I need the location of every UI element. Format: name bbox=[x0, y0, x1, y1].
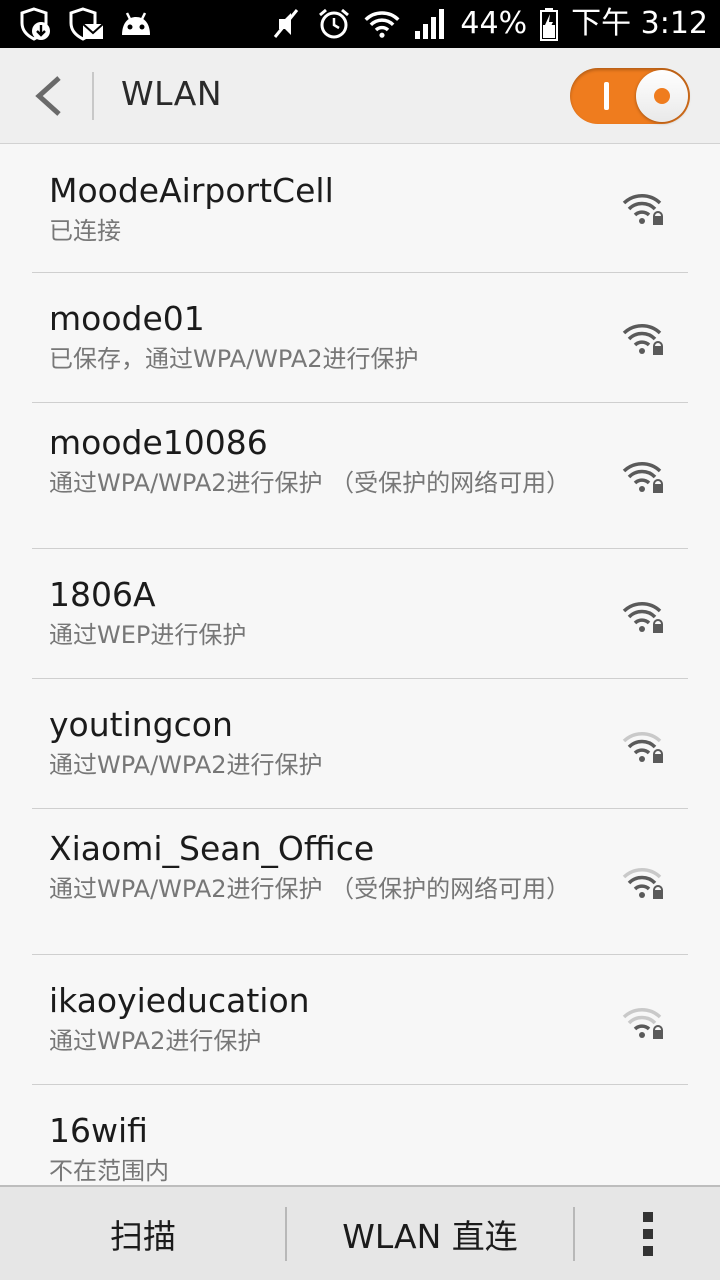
wifi-lock-icon bbox=[622, 1008, 663, 1039]
list-item[interactable]: youtingcon 通过WPA/WPA2进行保护 bbox=[32, 679, 688, 809]
list-item[interactable]: 16wifi 不在范围内 bbox=[32, 1085, 688, 1185]
network-ssid: moode01 bbox=[49, 299, 205, 338]
wlan-toggle[interactable] bbox=[570, 68, 690, 124]
network-ssid: ikaoyieducation bbox=[49, 981, 310, 1020]
wifi-lock-icon bbox=[622, 324, 663, 355]
shield-mail-icon bbox=[68, 6, 104, 42]
list-item[interactable]: 1806A 通过WEP进行保护 bbox=[32, 549, 688, 679]
network-ssid: Xiaomi_Sean_Office bbox=[49, 829, 375, 868]
network-status: 通过WPA/WPA2进行保护 （受保护的网络可用） bbox=[49, 469, 571, 497]
wifi-lock-icon bbox=[622, 194, 663, 225]
wifi-lock-icon bbox=[622, 462, 663, 493]
wifi-icon bbox=[364, 6, 400, 42]
network-status: 通过WEP进行保护 bbox=[49, 621, 247, 649]
mute-icon bbox=[268, 6, 304, 42]
network-status: 通过WPA2进行保护 bbox=[49, 1027, 262, 1055]
network-list[interactable]: MoodeAirportCell 已连接 moode01 已保存，通过WPA/W… bbox=[0, 145, 720, 1185]
network-status: 已连接 bbox=[49, 217, 121, 245]
signal-icon bbox=[412, 6, 448, 42]
network-ssid: moode10086 bbox=[49, 423, 268, 462]
network-ssid: 16wifi bbox=[49, 1111, 148, 1150]
network-status: 通过WPA/WPA2进行保护 bbox=[49, 751, 323, 779]
page-title: WLAN bbox=[121, 74, 223, 113]
list-item[interactable]: moode01 已保存，通过WPA/WPA2进行保护 bbox=[32, 273, 688, 403]
list-item[interactable]: ikaoyieducation 通过WPA2进行保护 bbox=[32, 955, 688, 1085]
clock: 下午 3:12 bbox=[571, 6, 708, 41]
android-icon bbox=[118, 6, 154, 42]
status-bar: 44% 下午 3:12 bbox=[0, 0, 720, 48]
network-ssid: 1806A bbox=[49, 575, 156, 614]
wlan-direct-button[interactable]: WLAN 直连 bbox=[287, 1187, 573, 1280]
header: WLAN bbox=[0, 48, 720, 144]
toggle-knob bbox=[636, 70, 688, 122]
network-ssid: youtingcon bbox=[49, 705, 233, 744]
network-status: 不在范围内 bbox=[49, 1157, 169, 1185]
wifi-lock-icon bbox=[622, 602, 663, 633]
more-vertical-icon bbox=[642, 1211, 653, 1256]
chevron-left-icon bbox=[35, 76, 61, 116]
list-item[interactable]: MoodeAirportCell 已连接 bbox=[32, 145, 688, 273]
wifi-lock-icon bbox=[622, 732, 663, 763]
battery-percent: 44% bbox=[460, 6, 528, 41]
network-status: 通过WPA/WPA2进行保护 （受保护的网络可用） bbox=[49, 875, 571, 903]
bottom-action-bar: 扫描 WLAN 直连 bbox=[0, 1185, 720, 1280]
back-button[interactable] bbox=[24, 68, 72, 124]
more-options-button[interactable] bbox=[575, 1187, 720, 1280]
toggle-dot bbox=[654, 88, 670, 104]
battery-charging-icon bbox=[539, 6, 559, 42]
list-item[interactable]: moode10086 通过WPA/WPA2进行保护 （受保护的网络可用） bbox=[32, 403, 688, 549]
network-ssid: MoodeAirportCell bbox=[49, 171, 334, 210]
network-status: 已保存，通过WPA/WPA2进行保护 bbox=[49, 345, 419, 373]
alarm-icon bbox=[316, 6, 352, 42]
header-divider bbox=[92, 72, 94, 120]
scan-button[interactable]: 扫描 bbox=[0, 1187, 286, 1280]
list-item[interactable]: Xiaomi_Sean_Office 通过WPA/WPA2进行保护 （受保护的网… bbox=[32, 809, 688, 955]
shield-download-icon bbox=[18, 6, 54, 42]
wifi-lock-icon bbox=[622, 868, 663, 899]
toggle-on-mark bbox=[604, 82, 609, 110]
